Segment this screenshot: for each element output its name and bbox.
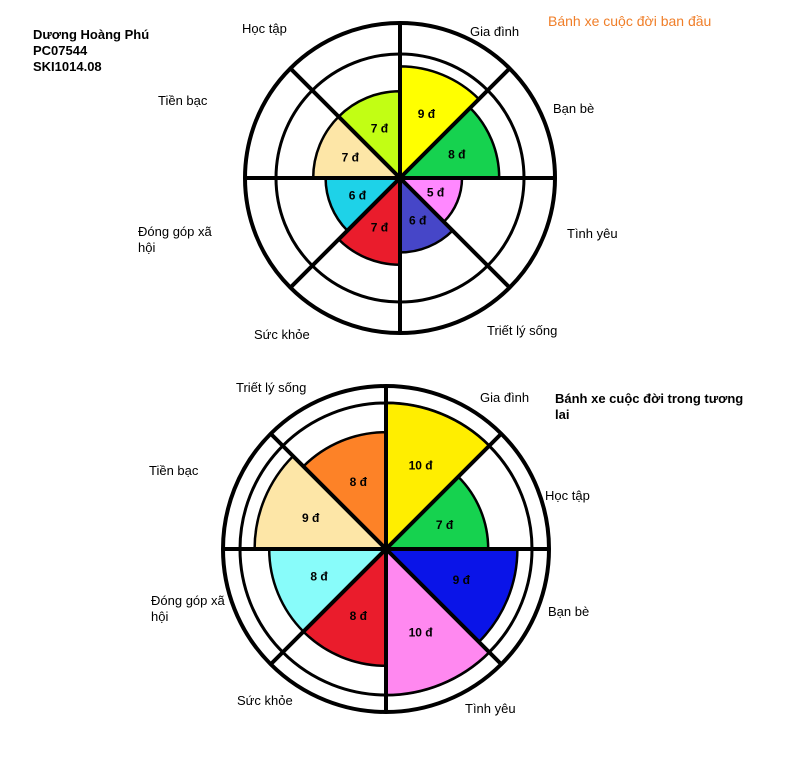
wheel-2-score-hoc-tap: 7 đ xyxy=(436,518,454,532)
wheel-1-score-hoc-tap: 7 đ xyxy=(371,121,389,135)
wheel-2-score-tinh-yeu: 10 đ xyxy=(409,626,434,640)
wheel-1-score-triet-ly-song: 6 đ xyxy=(409,214,427,228)
wheel-1-score-tinh-yeu: 5 đ xyxy=(427,186,445,200)
wheel-2: 10 đ 7 đ 9 đ 10 đ 8 đ 8 đ 9 đ 8 đ xyxy=(221,384,551,714)
wheels-canvas: 9 đ8 đ5 đ6 đ7 đ6 đ7 đ7 đ 10 đ7 đ9 đ10 đ8… xyxy=(221,21,557,714)
wheel-1-score-suc-khoe: 7 đ xyxy=(371,221,389,235)
wheel-2-score-dong-gop-xa-hoi: 8 đ xyxy=(310,570,328,584)
wheel-2-score-gia-dinh: 10 đ xyxy=(409,458,434,472)
wheel-1: 9 đ8 đ5 đ6 đ7 đ6 đ7 đ7 đ xyxy=(243,21,557,335)
wheel-2-score-triet-ly-song: 8 đ xyxy=(350,475,368,489)
wheel-1-score-tien-bac: 7 đ xyxy=(342,150,360,164)
wheel-1-score-ban-be: 8 đ xyxy=(448,147,466,161)
wheel-1-score-gia-dinh: 9 đ xyxy=(418,107,436,121)
wheel-2-score-suc-khoe: 8 đ xyxy=(350,609,368,623)
wheel-2-score-ban-be: 9 đ xyxy=(453,573,471,587)
wheel-1-score-dong-gop-xa-hoi: 6 đ xyxy=(349,189,367,203)
wheel-2-score-tien-bac: 9 đ xyxy=(302,511,320,525)
